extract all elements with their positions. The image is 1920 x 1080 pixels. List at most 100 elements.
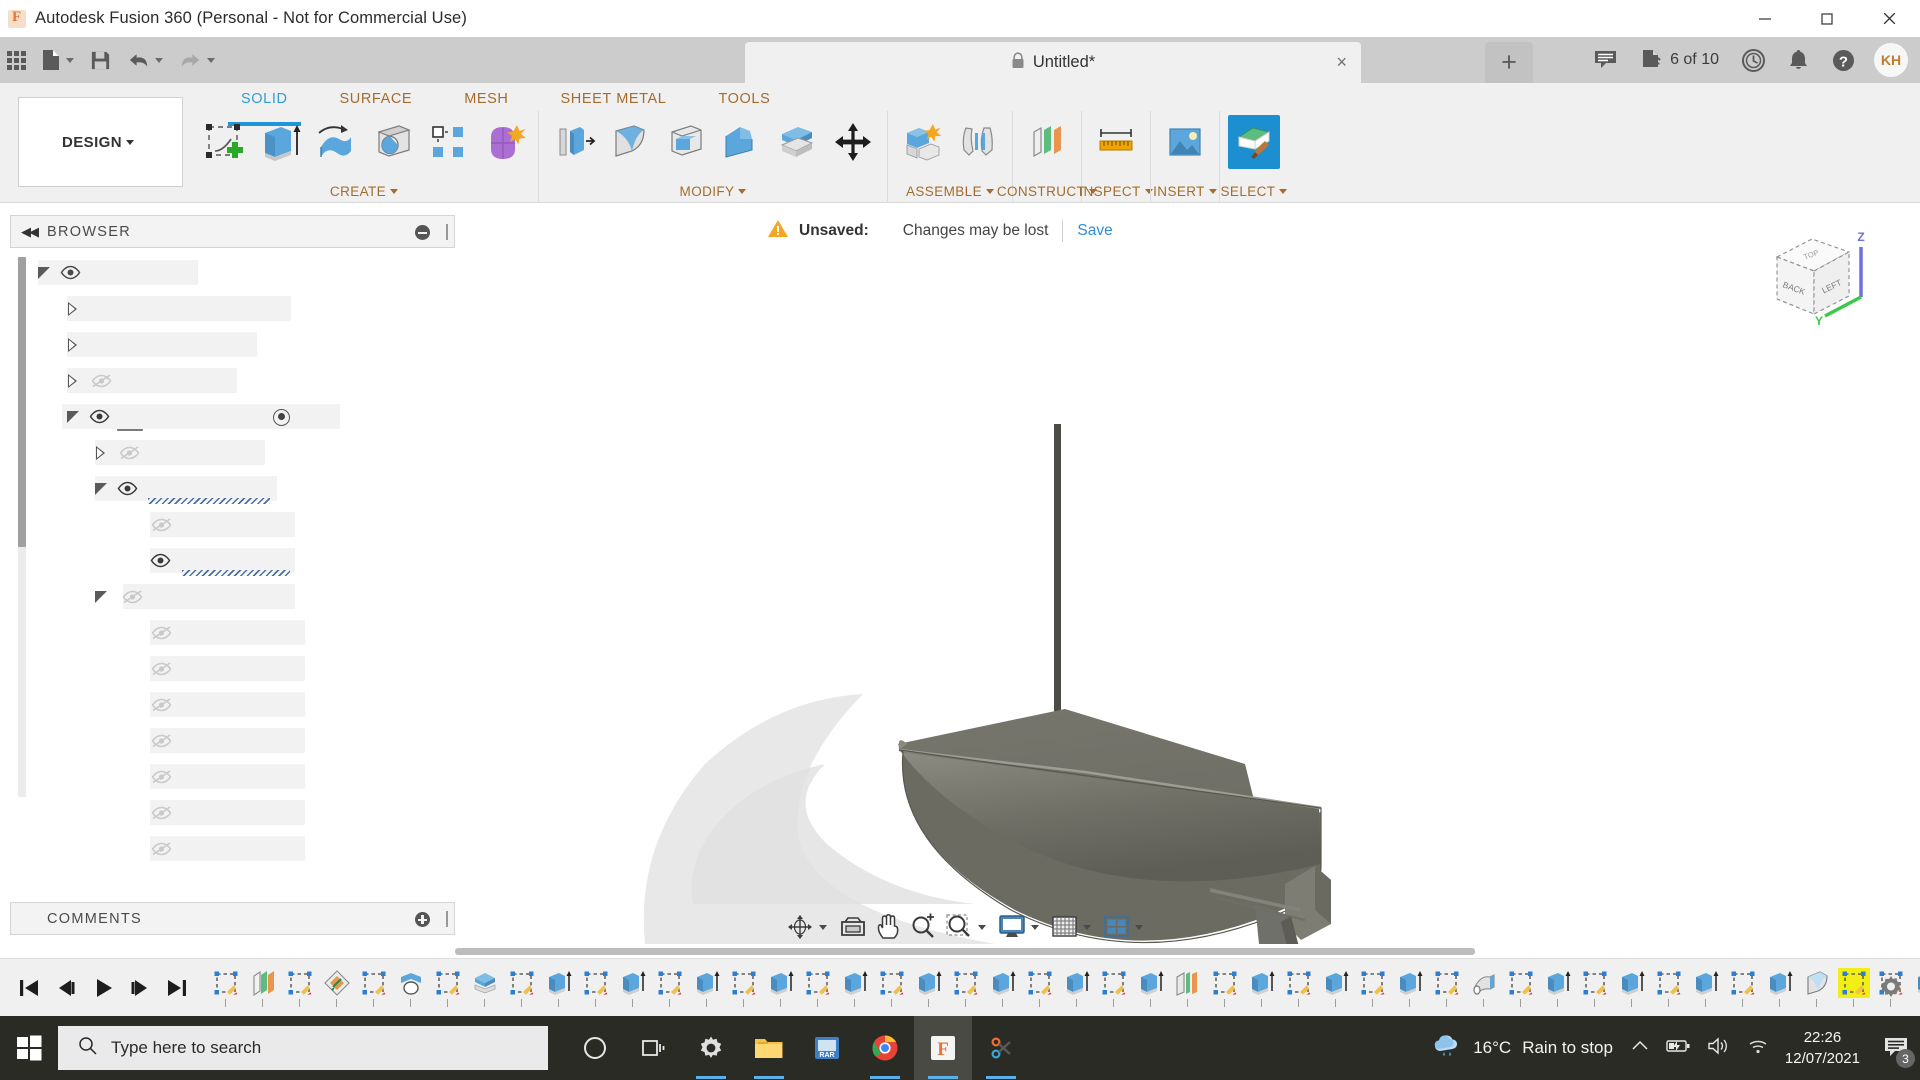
timeline-feature-45[interactable]	[1835, 966, 1872, 1010]
visibility-hidden-eye-icon[interactable]	[150, 625, 172, 641]
new-file-icon[interactable]	[33, 37, 82, 83]
grid-snap-icon[interactable]	[1047, 915, 1099, 940]
chevron-down-icon[interactable]	[819, 925, 827, 930]
timeline-feature-5[interactable]	[355, 966, 392, 1010]
comment-icon[interactable]	[1583, 37, 1628, 83]
step-back-icon[interactable]	[47, 968, 84, 1008]
visibility-hidden-eye-icon[interactable]	[121, 589, 143, 605]
weather-widget[interactable]: 16°C Rain to stop	[1432, 1034, 1613, 1063]
panel-label-inspect[interactable]: INSPECT	[1082, 184, 1150, 199]
panel-resize-grip[interactable]	[446, 911, 448, 927]
twisty-right-icon[interactable]	[67, 374, 80, 388]
offset-plane-icon[interactable]	[1021, 115, 1073, 169]
panel-label-assemble[interactable]: ASSEMBLE	[888, 184, 1012, 199]
timeline-feature-2[interactable]	[244, 966, 281, 1010]
timeline-feature-22[interactable]	[984, 966, 1021, 1010]
visibility-eye-icon[interactable]	[117, 481, 139, 497]
twisty-down-icon[interactable]	[38, 266, 52, 280]
winrar-icon[interactable]: RAR	[798, 1016, 856, 1080]
chevron-down-icon[interactable]	[978, 925, 986, 930]
timeline-feature-43[interactable]	[1761, 966, 1798, 1010]
panel-label-select[interactable]: SELECT	[1220, 184, 1288, 199]
minus-circle-icon[interactable]	[415, 225, 430, 240]
taskbar-clock[interactable]: 22:26 12/07/2021	[1785, 1027, 1860, 1069]
tree-node-origin-root[interactable]: Origin	[10, 363, 455, 399]
twisty-right-icon[interactable]	[67, 338, 80, 352]
orbit-icon[interactable]	[782, 913, 835, 941]
zoom-window-icon[interactable]	[941, 913, 994, 941]
chevron-down-icon[interactable]	[1083, 925, 1091, 930]
timeline-settings-gear-icon[interactable]	[1876, 973, 1906, 1008]
timeline-feature-7[interactable]	[429, 966, 466, 1010]
timeline-feature-19[interactable]	[873, 966, 910, 1010]
move-copy-icon[interactable]	[827, 115, 879, 169]
timeline-feature-23[interactable]	[1021, 966, 1058, 1010]
new-document-tab-button[interactable]: +	[1485, 42, 1533, 83]
visibility-eye-icon[interactable]	[60, 265, 82, 281]
wifi-icon[interactable]	[1747, 1037, 1769, 1060]
fillet-icon[interactable]	[603, 115, 655, 169]
tree-node-bodies[interactable]: Bodies	[10, 471, 455, 507]
timeline-feature-1[interactable]	[207, 966, 244, 1010]
panel-resize-grip[interactable]	[446, 224, 448, 240]
timeline-feature-44[interactable]	[1798, 966, 1835, 1010]
tree-node-component1[interactable]: Component1:1	[10, 399, 455, 435]
visibility-hidden-eye-icon[interactable]	[118, 445, 140, 461]
select-icon[interactable]	[1228, 115, 1280, 169]
press-pull-icon[interactable]	[547, 115, 599, 169]
joint-icon[interactable]	[952, 115, 1004, 169]
tree-node-sketch2[interactable]: Sketch2	[10, 651, 455, 687]
timeline-feature-8[interactable]	[466, 966, 503, 1010]
twisty-right-icon[interactable]	[95, 446, 108, 460]
chevron-down-icon[interactable]	[390, 189, 398, 194]
close-icon[interactable]	[1858, 0, 1920, 37]
twisty-right-icon[interactable]	[67, 302, 80, 316]
timeline-feature-34[interactable]	[1428, 966, 1465, 1010]
timeline-feature-9[interactable]	[503, 966, 540, 1010]
undo-icon[interactable]	[119, 37, 171, 83]
timeline-feature-15[interactable]	[725, 966, 762, 1010]
timeline-feature-24[interactable]	[1058, 966, 1095, 1010]
file-explorer-icon[interactable]	[740, 1016, 798, 1080]
timeline-feature-36[interactable]	[1502, 966, 1539, 1010]
measure-icon[interactable]	[1090, 115, 1142, 169]
visibility-hidden-eye-icon[interactable]	[150, 661, 172, 677]
insert-canvas-icon[interactable]	[1159, 115, 1211, 169]
tree-node-body1[interactable]: Body1	[10, 507, 455, 543]
panel-label-modify[interactable]: MODIFY	[539, 184, 887, 199]
windows-logo-icon[interactable]	[0, 1016, 58, 1080]
chevron-down-icon[interactable]	[66, 58, 74, 63]
extrude-icon[interactable]	[254, 115, 306, 169]
timeline-feature-38[interactable]	[1576, 966, 1613, 1010]
timeline-feature-33[interactable]	[1391, 966, 1428, 1010]
tree-node-origin-component[interactable]: Origin	[10, 435, 455, 471]
pan-icon[interactable]	[871, 913, 905, 941]
twisty-down-icon[interactable]	[95, 590, 109, 604]
tree-node-body3[interactable]: Body3	[10, 543, 455, 579]
timeline-feature-13[interactable]	[651, 966, 688, 1010]
chevron-down-icon[interactable]	[155, 58, 163, 63]
minimize-icon[interactable]	[1734, 0, 1796, 37]
help-icon[interactable]: ?	[1821, 37, 1866, 83]
tree-node-sketch6[interactable]: Sketch6	[10, 795, 455, 831]
timeline-feature-18[interactable]	[836, 966, 873, 1010]
cortana-icon[interactable]	[566, 1016, 624, 1080]
timeline-feature-30[interactable]	[1280, 966, 1317, 1010]
timeline-feature-25[interactable]	[1095, 966, 1132, 1010]
timeline-feature-3[interactable]	[281, 966, 318, 1010]
visibility-hidden-eye-icon[interactable]	[150, 517, 172, 533]
chrome-icon[interactable]	[856, 1016, 914, 1080]
timeline-feature-29[interactable]	[1243, 966, 1280, 1010]
chevron-down-icon[interactable]	[1135, 925, 1143, 930]
tree-node-unsaved[interactable]: (Unsaved)	[10, 255, 455, 291]
timeline-feature-12[interactable]	[614, 966, 651, 1010]
search-input[interactable]: Type here to search	[58, 1026, 548, 1070]
tree-node-sketch7[interactable]: Sketch7	[10, 831, 455, 867]
timeline-feature-21[interactable]	[947, 966, 984, 1010]
skip-start-icon[interactable]	[10, 968, 47, 1008]
timeline-feature-28[interactable]	[1206, 966, 1243, 1010]
visibility-hidden-eye-icon[interactable]	[150, 697, 172, 713]
visibility-hidden-eye-icon[interactable]	[150, 733, 172, 749]
visibility-hidden-eye-icon[interactable]	[150, 841, 172, 857]
panel-label-create[interactable]: CREATE	[190, 184, 538, 199]
